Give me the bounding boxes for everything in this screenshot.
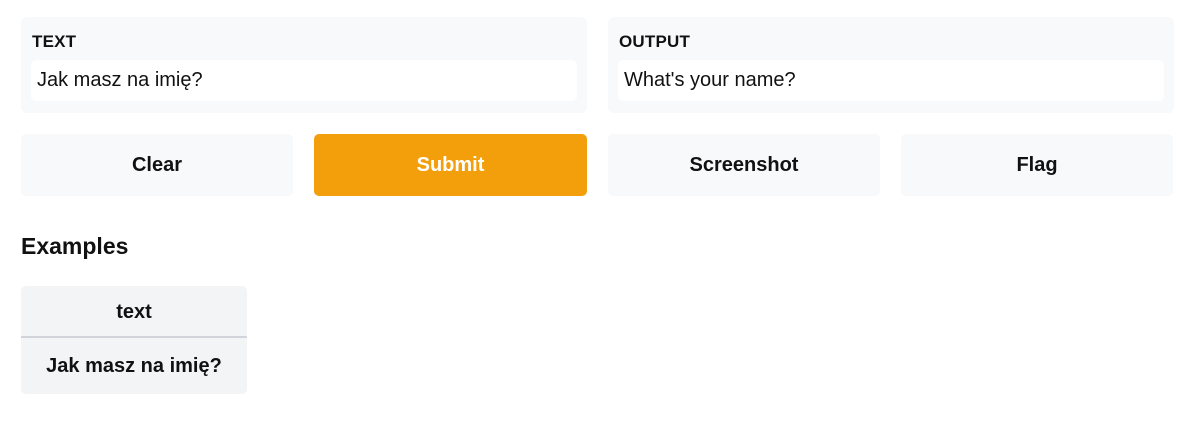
- examples-column-header: text: [21, 286, 247, 338]
- text-input[interactable]: Jak masz na imię?: [31, 60, 577, 101]
- clear-button[interactable]: Clear: [21, 134, 293, 196]
- submit-button[interactable]: Submit: [314, 134, 587, 196]
- input-label: TEXT: [32, 32, 77, 51]
- examples-title: Examples: [21, 233, 129, 259]
- output-label: OUTPUT: [619, 32, 691, 51]
- screenshot-button[interactable]: Screenshot: [608, 134, 880, 196]
- output-field: What's your name?: [618, 60, 1164, 101]
- examples-table: text Jak masz na imię?: [21, 286, 247, 394]
- app-page: TEXT Jak masz na imię? OUTPUT What's you…: [0, 0, 1196, 431]
- flag-button[interactable]: Flag: [901, 134, 1173, 196]
- output-panel: OUTPUT What's your name?: [608, 17, 1174, 113]
- input-panel: TEXT Jak masz na imię?: [21, 17, 587, 113]
- example-row[interactable]: Jak masz na imię?: [21, 338, 247, 394]
